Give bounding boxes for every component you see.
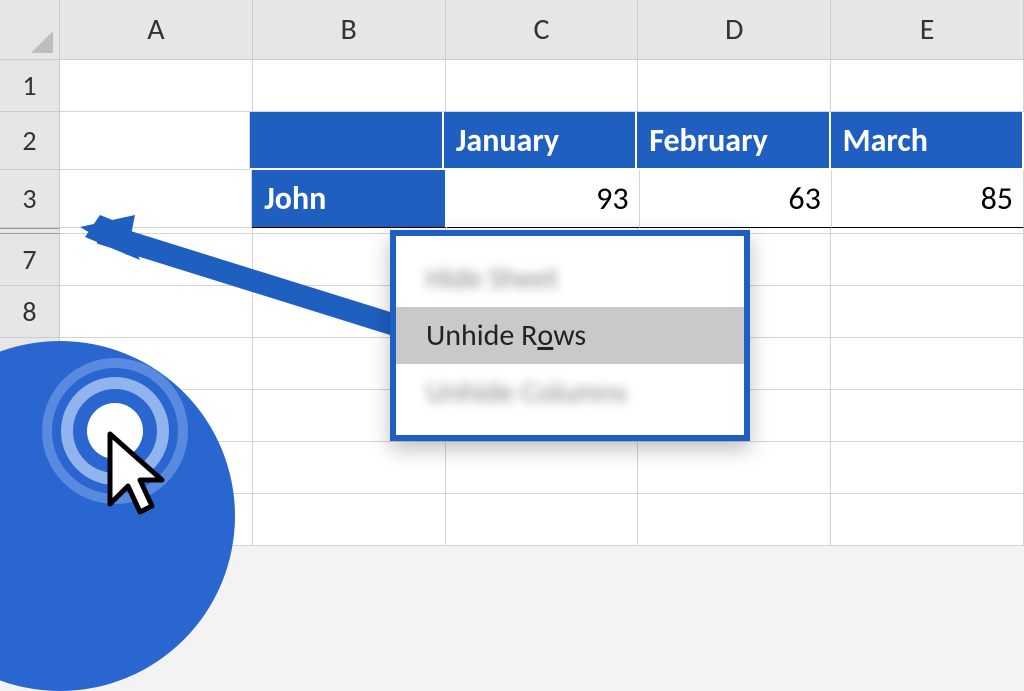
row-1[interactable]: 1 (0, 60, 1024, 112)
col-header-a[interactable]: A (60, 0, 253, 60)
column-headers: A B C D E (0, 0, 1024, 60)
cell-b1[interactable] (253, 60, 446, 112)
cell-b3[interactable]: John (252, 170, 447, 228)
cell-e2[interactable]: March (831, 112, 1024, 170)
cell-a7[interactable] (60, 234, 253, 286)
row-header-7[interactable]: 7 (0, 234, 60, 286)
select-all-triangle-icon (31, 31, 53, 53)
row-header-3[interactable]: 3 (0, 170, 60, 228)
cell-e1[interactable] (831, 60, 1024, 112)
row-header-1[interactable]: 1 (0, 60, 60, 112)
cell-e8[interactable] (831, 286, 1024, 338)
col-header-e[interactable]: E (831, 0, 1024, 60)
cell-d2[interactable]: February (637, 112, 830, 170)
cell-e7[interactable] (831, 234, 1024, 286)
menu-label-underline: o (537, 317, 553, 354)
cell-a1[interactable] (60, 60, 253, 112)
col-header-c[interactable]: C (446, 0, 639, 60)
menu-label-pre: Unhide R (426, 317, 537, 354)
row-2[interactable]: 2 January February March (0, 112, 1024, 170)
cell-a8[interactable] (60, 286, 253, 338)
cell-a2[interactable] (60, 112, 250, 170)
cell-e3[interactable]: 85 (832, 170, 1024, 228)
cell-c2[interactable]: January (444, 112, 637, 170)
row-header-8[interactable]: 8 (0, 286, 60, 338)
row-3[interactable]: 3 John 93 63 85 (0, 170, 1024, 228)
col-header-b[interactable]: B (253, 0, 446, 60)
menu-item-unhide-rows[interactable]: Unhide Rows (396, 307, 744, 364)
col-header-d[interactable]: D (638, 0, 831, 60)
cell-d1[interactable] (638, 60, 831, 112)
cell-c1[interactable] (446, 60, 639, 112)
menu-label-post: ws (553, 317, 586, 354)
select-all-corner[interactable] (0, 0, 60, 60)
menu-item-unhide-columns[interactable]: Unhide Columns (396, 364, 744, 421)
menu-item-hide-sheet[interactable]: Hide Sheet (396, 250, 744, 307)
row-header-2[interactable]: 2 (0, 112, 60, 170)
cell-c3[interactable]: 93 (447, 170, 639, 228)
cell-d3[interactable]: 63 (640, 170, 832, 228)
cell-b2[interactable] (250, 112, 443, 170)
cell-a3[interactable] (60, 170, 252, 228)
context-menu: Hide Sheet Unhide Rows Unhide Columns (390, 230, 750, 441)
